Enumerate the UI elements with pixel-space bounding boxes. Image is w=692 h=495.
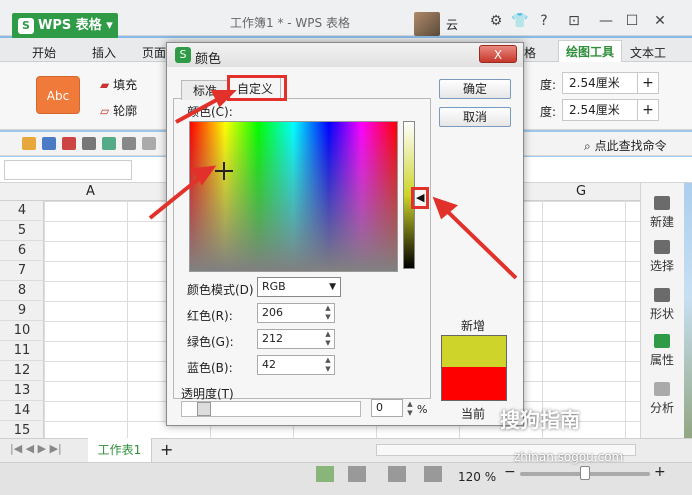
watermark-url: zhinan.sogou.com [514,450,624,464]
watermark: 搜狗指南 [500,408,580,432]
annotation-arrows [148,90,518,280]
